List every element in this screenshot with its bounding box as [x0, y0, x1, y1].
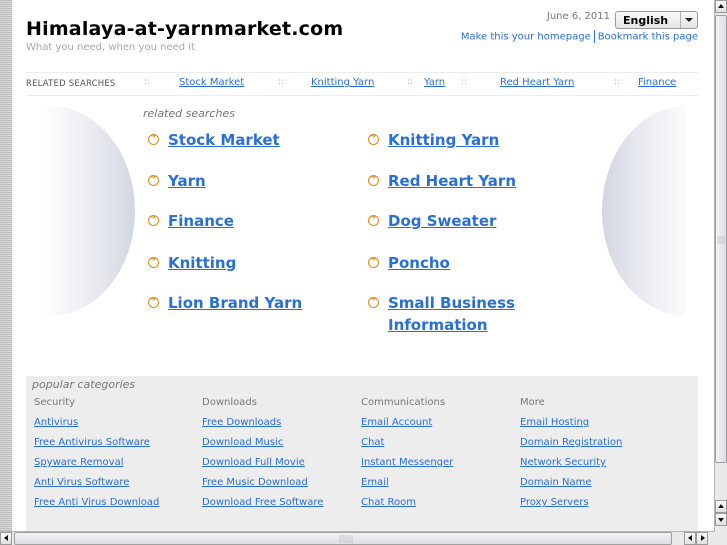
make-homepage-link[interactable]: Make this your homepage	[461, 32, 591, 43]
category-link[interactable]: Free Antivirus Software	[34, 437, 159, 457]
arrow-circle-icon	[148, 132, 159, 145]
scroll-right-button[interactable]	[696, 532, 708, 545]
category-link[interactable]: Network Security	[520, 457, 622, 477]
arrow-circle-icon	[368, 255, 379, 268]
category-link[interactable]: Spyware Removal	[34, 457, 159, 477]
category-column-downloads: Downloads Free Downloads Download Music …	[202, 397, 323, 517]
separator: ::	[461, 77, 468, 87]
category-link[interactable]: Proxy Servers	[520, 497, 622, 517]
site-title: Himalaya-at-yarnmarket.com	[26, 18, 344, 40]
category-column-communications: Communications Email Account Chat Instan…	[361, 397, 453, 517]
category-column-more: More Email Hosting Domain Registration N…	[520, 397, 622, 517]
bookmark-link[interactable]: Bookmark this page	[598, 32, 698, 43]
separator: ::	[278, 77, 285, 87]
separator: ::	[407, 77, 414, 87]
related-link-knitting[interactable]: Knitting	[148, 252, 236, 274]
popular-categories-heading: popular categories	[32, 378, 136, 391]
bar-link-finance[interactable]: Finance	[638, 77, 676, 88]
bar-link-yarn[interactable]: Yarn	[424, 77, 445, 88]
category-link[interactable]: Chat	[361, 437, 453, 457]
category-link[interactable]: Instant Messenger	[361, 457, 453, 477]
arrow-circle-icon	[148, 213, 159, 226]
category-title: Communications	[361, 397, 446, 408]
divider	[593, 30, 595, 43]
arrow-circle-icon	[368, 295, 379, 308]
category-column-security: Security Antivirus Free Antivirus Softwa…	[34, 397, 159, 517]
category-title: More	[520, 397, 545, 408]
scroll-up-button-lower[interactable]	[715, 500, 727, 513]
bar-link-knitting-yarn[interactable]: Knitting Yarn	[311, 77, 374, 88]
scroll-left-button-right[interactable]	[684, 532, 696, 545]
category-link[interactable]: Domain Registration	[520, 437, 622, 457]
vertical-scroll-thumb[interactable]	[715, 15, 727, 463]
category-title: Security	[34, 397, 76, 408]
category-link[interactable]: Chat Room	[361, 497, 453, 517]
horizontal-scrollbar[interactable]	[0, 531, 714, 545]
related-searches-bar: RELATED SEARCHES :: Stock Market :: Knit…	[26, 72, 698, 96]
related-link-red-heart-yarn[interactable]: Red Heart Yarn	[368, 170, 516, 192]
decorative-circle-left	[40, 106, 135, 316]
bar-link-red-heart-yarn[interactable]: Red Heart Yarn	[500, 77, 574, 88]
category-link[interactable]: Domain Name	[520, 477, 622, 497]
tagline: What you need, when you need it	[26, 42, 195, 53]
vertical-scrollbar[interactable]	[714, 0, 727, 531]
chevron-down-icon	[680, 12, 697, 28]
category-link[interactable]: Email Hosting	[520, 417, 622, 437]
category-link[interactable]: Free Downloads	[202, 417, 323, 437]
related-link-lion-brand-yarn[interactable]: Lion Brand Yarn	[148, 292, 302, 314]
related-searches-heading: related searches	[143, 107, 235, 120]
scroll-up-button[interactable]	[715, 0, 727, 13]
horizontal-scroll-thumb[interactable]	[14, 532, 672, 545]
related-link-yarn[interactable]: Yarn	[148, 170, 206, 192]
related-searches-label: RELATED SEARCHES	[26, 79, 116, 89]
arrow-circle-icon	[368, 132, 379, 145]
related-link-dog-sweater[interactable]: Dog Sweater	[368, 210, 496, 232]
popular-categories: popular categories Security Antivirus Fr…	[26, 376, 698, 531]
category-link[interactable]: Download Full Movie	[202, 457, 323, 477]
top-links: Make this your homepage Bookmark this pag…	[461, 30, 698, 43]
category-link[interactable]: Download Free Software	[202, 497, 323, 517]
arrow-circle-icon	[368, 173, 379, 186]
language-select[interactable]: English	[615, 11, 698, 29]
scroll-left-button[interactable]	[0, 532, 12, 545]
date-label: June 6, 2011	[546, 11, 610, 22]
arrow-circle-icon	[148, 255, 159, 268]
category-link[interactable]: Antivirus	[34, 417, 159, 437]
separator: ::	[144, 77, 151, 87]
scroll-down-button[interactable]	[715, 513, 727, 526]
scrollbar-corner	[714, 531, 727, 545]
arrow-circle-icon	[148, 295, 159, 308]
related-link-poncho[interactable]: Poncho	[368, 252, 450, 274]
window-edge	[0, 0, 12, 531]
bar-link-stock-market[interactable]: Stock Market	[179, 77, 244, 88]
decorative-circle-right	[602, 106, 686, 316]
related-link-knitting-yarn[interactable]: Knitting Yarn	[368, 129, 499, 151]
related-link-stock-market[interactable]: Stock Market	[148, 129, 280, 151]
category-link[interactable]: Email	[361, 477, 453, 497]
related-link-finance[interactable]: Finance	[148, 210, 234, 232]
page-content: Himalaya-at-yarnmarket.com What you need…	[12, 0, 714, 531]
category-link[interactable]: Free Music Download	[202, 477, 323, 497]
related-link-small-business-information[interactable]: Small BusinessInformation	[368, 292, 515, 336]
category-title: Downloads	[202, 397, 257, 408]
arrow-circle-icon	[148, 173, 159, 186]
category-link[interactable]: Anti Virus Software	[34, 477, 159, 497]
category-link[interactable]: Download Music	[202, 437, 323, 457]
category-link[interactable]: Email Account	[361, 417, 453, 437]
category-link[interactable]: Free Anti Virus Download	[34, 497, 159, 517]
grip-icon	[717, 236, 725, 244]
separator: ::	[614, 77, 621, 87]
arrow-circle-icon	[368, 213, 379, 226]
grip-icon	[339, 535, 353, 543]
language-value: English	[623, 14, 669, 27]
